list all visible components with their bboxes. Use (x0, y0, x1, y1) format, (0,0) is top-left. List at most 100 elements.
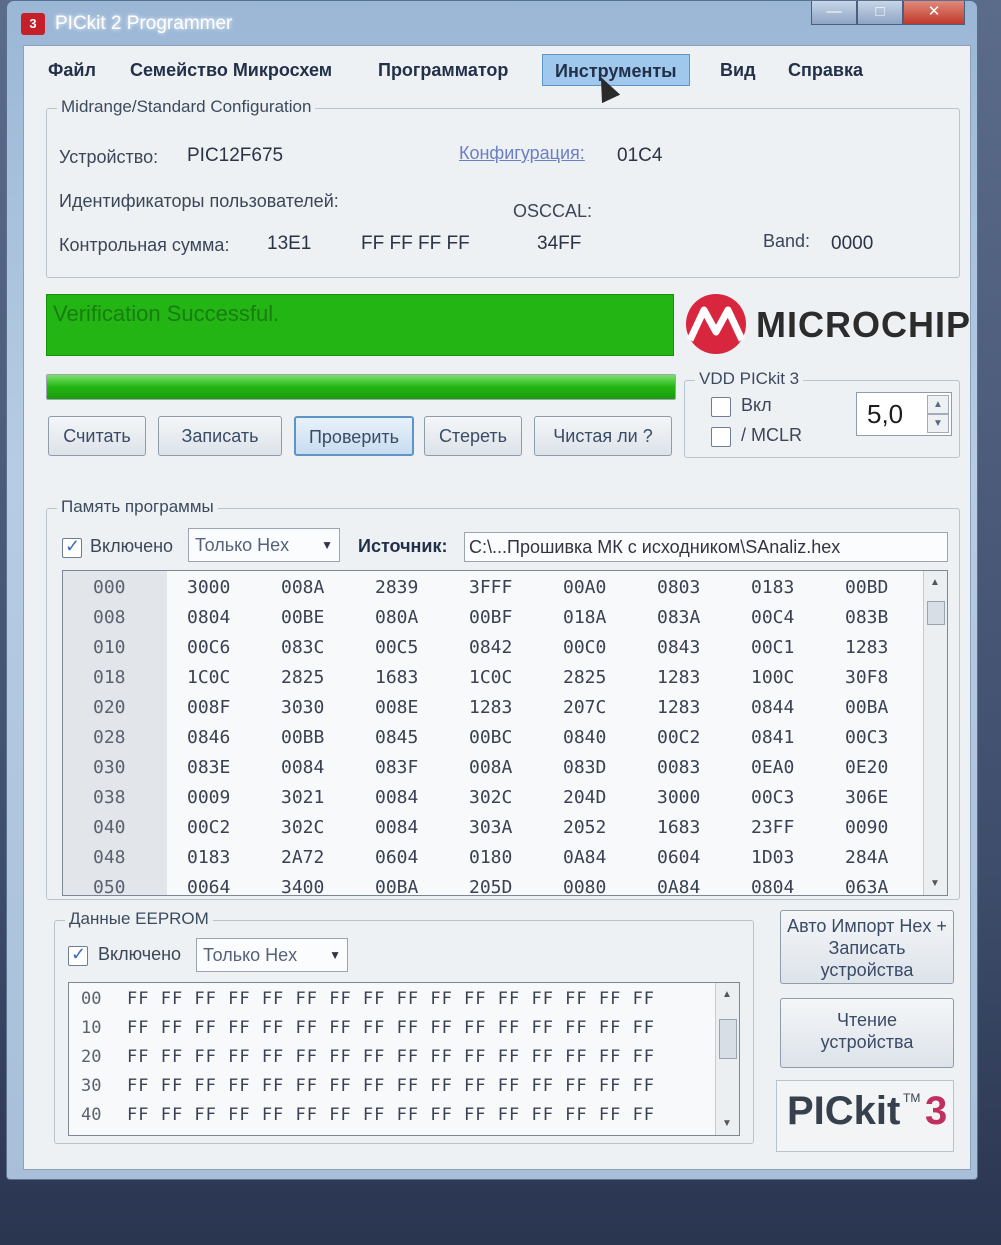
memory-word[interactable]: 1283 (657, 667, 700, 688)
memory-word[interactable]: 0083 (657, 757, 700, 778)
memory-word[interactable]: 00C2 (187, 817, 230, 838)
memory-word[interactable]: 00C3 (845, 727, 888, 748)
memory-word[interactable]: 00C0 (563, 637, 606, 658)
memory-word[interactable]: 0E20 (845, 757, 888, 778)
memory-word[interactable]: 3021 (281, 787, 324, 808)
eeprom-grid[interactable]: 00 FF FF FF FF FF FF FF FF FF FF FF FF FF… (68, 982, 740, 1136)
verify-button[interactable]: Проверить (294, 416, 414, 456)
eeprom-view-select[interactable]: Только Hex ▼ (196, 938, 348, 972)
memory-word[interactable]: 0064 (187, 877, 230, 895)
scroll-thumb[interactable] (927, 601, 945, 625)
program-memory-scrollbar[interactable]: ▲ ▼ (923, 571, 947, 895)
program-memory-view-select[interactable]: Только Hex ▼ (188, 528, 340, 562)
read-button[interactable]: Считать (48, 416, 146, 456)
menu-view[interactable]: Вид (708, 54, 768, 86)
memory-word[interactable]: 0846 (187, 727, 230, 748)
memory-word[interactable]: 083E (187, 757, 230, 778)
write-button[interactable]: Записать (158, 416, 282, 456)
configuration-link[interactable]: Конфигурация: (459, 143, 585, 164)
vdd-voltage-spinner[interactable]: 5,0 ▲ ▼ (856, 392, 952, 436)
erase-button[interactable]: Стереть (424, 416, 522, 456)
memory-word[interactable]: 2825 (281, 667, 324, 688)
memory-word[interactable]: 1283 (657, 697, 700, 718)
memory-word[interactable]: 205D (469, 877, 512, 895)
memory-word[interactable]: 008F (187, 697, 230, 718)
memory-word[interactable]: 23FF (751, 817, 794, 838)
memory-word[interactable]: 00C4 (751, 607, 794, 628)
maximize-button[interactable]: □ (857, 1, 903, 25)
memory-word[interactable]: 3000 (657, 787, 700, 808)
eeprom-row-bytes[interactable]: FF FF FF FF FF FF FF FF FF FF FF FF FF F… (127, 1105, 655, 1125)
memory-word[interactable]: 0840 (563, 727, 606, 748)
blank-check-button[interactable]: Чистая ли ? (534, 416, 672, 456)
memory-word[interactable]: 00BA (375, 877, 418, 895)
memory-word[interactable]: 080A (375, 607, 418, 628)
memory-word[interactable]: 284A (845, 847, 888, 868)
memory-word[interactable]: 0084 (375, 817, 418, 838)
memory-word[interactable]: 1683 (375, 667, 418, 688)
eeprom-enabled-checkbox[interactable] (68, 944, 88, 966)
memory-word[interactable]: 302C (469, 787, 512, 808)
memory-word[interactable]: 1283 (469, 697, 512, 718)
memory-word[interactable]: 1283 (845, 637, 888, 658)
memory-word[interactable]: 1C0C (469, 667, 512, 688)
memory-word[interactable]: 0803 (657, 577, 700, 598)
memory-word[interactable]: 0183 (751, 577, 794, 598)
memory-word[interactable]: 3400 (281, 877, 324, 895)
memory-word[interactable]: 083C (281, 637, 324, 658)
memory-word[interactable]: 008A (281, 577, 324, 598)
spin-down-icon[interactable]: ▼ (927, 414, 949, 433)
memory-word[interactable]: 2839 (375, 577, 418, 598)
memory-word[interactable]: 3FFF (469, 577, 512, 598)
memory-word[interactable]: 0090 (845, 817, 888, 838)
memory-word[interactable]: 083D (563, 757, 606, 778)
memory-word[interactable]: 0A84 (657, 877, 700, 895)
title-bar[interactable]: 3 PICkit 2 Programmer — □ ✕ (7, 1, 977, 45)
memory-word[interactable]: 3000 (187, 577, 230, 598)
spin-up-icon[interactable]: ▲ (927, 395, 949, 414)
memory-word[interactable]: 0183 (187, 847, 230, 868)
memory-word[interactable]: 3030 (281, 697, 324, 718)
menu-file[interactable]: Файл (36, 54, 108, 86)
memory-word[interactable]: 1D03 (751, 847, 794, 868)
memory-word[interactable]: 0009 (187, 787, 230, 808)
eeprom-row-bytes[interactable]: FF FF FF FF FF FF FF FF FF FF FF FF FF F… (127, 1047, 655, 1067)
memory-word[interactable]: 0845 (375, 727, 418, 748)
memory-word[interactable]: 063A (845, 877, 888, 895)
scroll-down-icon[interactable]: ▼ (930, 878, 940, 889)
eeprom-row-bytes[interactable]: FF FF FF FF FF FF FF FF FF FF FF FF FF F… (127, 989, 655, 1009)
memory-word[interactable]: 30F8 (845, 667, 888, 688)
menu-device-family[interactable]: Семейство Микросхем (118, 54, 344, 86)
memory-word[interactable]: 0084 (281, 757, 324, 778)
scroll-up-icon[interactable]: ▲ (722, 989, 732, 1000)
memory-word[interactable]: 0844 (751, 697, 794, 718)
memory-word[interactable]: 2825 (563, 667, 606, 688)
memory-word[interactable]: 302C (281, 817, 324, 838)
scroll-thumb[interactable] (719, 1019, 737, 1059)
memory-word[interactable]: 0180 (469, 847, 512, 868)
eeprom-row-bytes[interactable]: FF FF FF FF FF FF FF FF FF FF FF FF FF F… (127, 1018, 655, 1038)
menu-programmer[interactable]: Программатор (366, 54, 520, 86)
close-button[interactable]: ✕ (903, 1, 965, 25)
scroll-down-icon[interactable]: ▼ (722, 1118, 732, 1129)
memory-word[interactable]: 204D (563, 787, 606, 808)
memory-word[interactable]: 0084 (375, 787, 418, 808)
program-memory-enabled-checkbox[interactable] (62, 536, 82, 558)
read-device-button[interactable]: Чтение устройства (780, 998, 954, 1068)
memory-word[interactable]: 1683 (657, 817, 700, 838)
memory-word[interactable]: 00BB (281, 727, 324, 748)
minimize-button[interactable]: — (811, 1, 857, 25)
memory-word[interactable]: 083A (657, 607, 700, 628)
memory-word[interactable]: 306E (845, 787, 888, 808)
memory-word[interactable]: 00A0 (563, 577, 606, 598)
auto-import-write-button[interactable]: Авто Импорт Hex + Записать устройства (780, 910, 954, 984)
scroll-up-icon[interactable]: ▲ (930, 577, 940, 588)
memory-word[interactable]: 0604 (375, 847, 418, 868)
memory-word[interactable]: 008E (375, 697, 418, 718)
memory-word[interactable]: 0EA0 (751, 757, 794, 778)
memory-word[interactable]: 0842 (469, 637, 512, 658)
memory-word[interactable]: 00BD (845, 577, 888, 598)
memory-word[interactable]: 00C1 (751, 637, 794, 658)
memory-word[interactable]: 0804 (187, 607, 230, 628)
eeprom-scrollbar[interactable]: ▲ ▼ (715, 983, 739, 1135)
